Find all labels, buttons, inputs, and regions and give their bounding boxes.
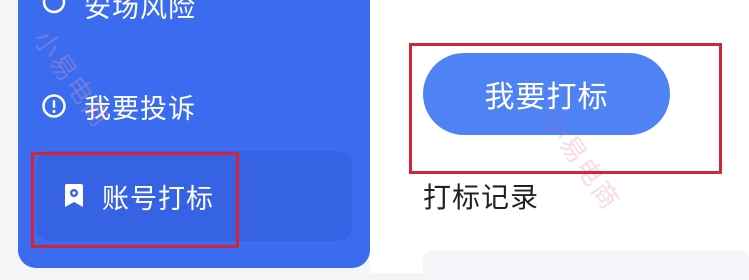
- circle-icon: [40, 0, 68, 16]
- sidebar-item-account-tag[interactable]: 账号打标: [36, 151, 352, 241]
- tag-record-link[interactable]: 打标记录: [423, 176, 539, 216]
- tag-button[interactable]: 我要打标: [423, 53, 670, 135]
- sidebar-item-risk[interactable]: 安场风险: [18, 0, 370, 30]
- sidebar-item-label: 账号打标: [102, 183, 214, 215]
- sidebar-item-label: 我要投诉: [84, 93, 196, 125]
- exclamation-circle-icon: [40, 92, 68, 120]
- sidebar-item-complaint[interactable]: 我要投诉: [18, 76, 370, 136]
- badge-icon: [60, 182, 88, 210]
- record-card: [423, 250, 749, 280]
- sidebar: 安场风险 我要投诉 账号打标: [18, 0, 370, 268]
- sidebar-item-label: 安场风险: [84, 0, 196, 24]
- main-panel: [370, 0, 749, 273]
